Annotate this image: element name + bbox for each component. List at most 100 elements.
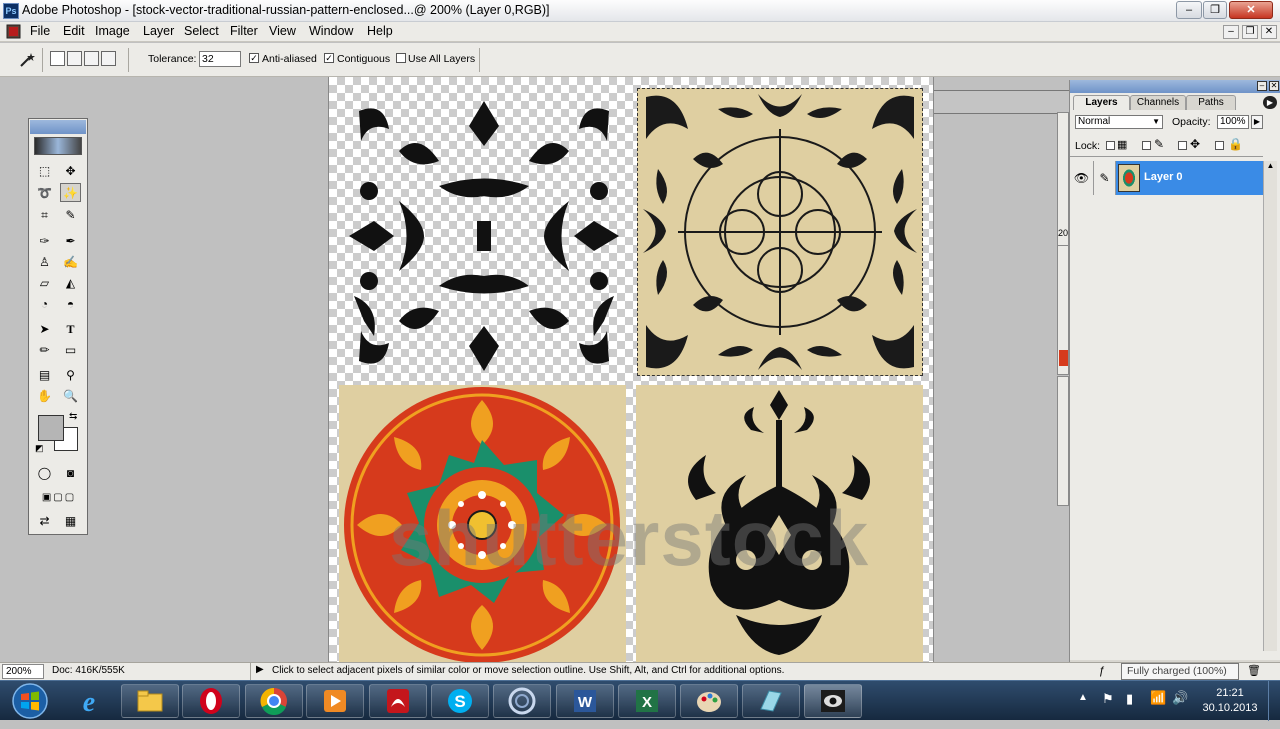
tolerance-input[interactable]: 32 [199, 51, 241, 67]
blend-mode-select[interactable]: Normal ▼ [1075, 115, 1163, 129]
foreground-color-swatch[interactable] [38, 415, 64, 441]
scroll-up-icon[interactable]: ▲ [1264, 161, 1277, 170]
menu-window[interactable]: Window [309, 24, 353, 38]
quick-mask-icon[interactable]: ◙ [60, 463, 81, 482]
layers-scrollbar[interactable]: ▲ [1263, 161, 1277, 651]
delete-layer-icon[interactable]: 🗑 [1247, 664, 1261, 677]
crop-tool-icon[interactable]: ⌗ [34, 205, 55, 224]
opacity-slider-arrow-icon[interactable]: ▶ [1251, 115, 1263, 129]
minimize-button[interactable]: – [1176, 1, 1202, 19]
dodge-tool-icon[interactable]: ◓ [60, 294, 81, 313]
volume-icon[interactable]: 🔊 [1172, 690, 1188, 706]
tab-layers[interactable]: Layers [1073, 95, 1130, 110]
layer-visibility-eye-icon[interactable]: 👁 [1070, 161, 1094, 195]
system-clock[interactable]: 21:21 30.10.2013 [1196, 686, 1264, 716]
use-all-layers-checkbox[interactable] [396, 53, 406, 63]
type-tool-icon[interactable]: T [60, 319, 81, 338]
new-selection-mode-button[interactable] [50, 51, 65, 66]
doc-minimize-button[interactable]: – [1223, 25, 1239, 39]
clone-stamp-icon[interactable]: ♙ [34, 252, 55, 271]
opacity-input[interactable]: 100% [1217, 115, 1249, 129]
healing-brush-icon[interactable]: ✑ [34, 231, 55, 250]
paint-icon[interactable] [680, 684, 738, 718]
toolbox-title-bar[interactable] [30, 120, 86, 134]
collapsed-palette-edge-2[interactable] [1057, 245, 1069, 375]
blur-tool-icon[interactable]: ◔ [34, 294, 55, 313]
lock-transparency-checkbox[interactable] [1106, 141, 1115, 150]
palette-menu-icon[interactable]: ▶ [1263, 96, 1277, 109]
acrobat-reader-icon[interactable] [369, 684, 427, 718]
contiguous-checkbox[interactable]: ✓ [324, 53, 334, 63]
hand-tool-icon[interactable]: ✋ [34, 386, 55, 405]
skype-icon[interactable]: S [431, 684, 489, 718]
palette-close-icon[interactable]: ✕ [1269, 81, 1279, 91]
magic-wand-tool-icon[interactable]: ✨ [60, 183, 81, 202]
palette-minimize-icon[interactable]: – [1257, 81, 1267, 91]
chrome-icon[interactable] [245, 684, 303, 718]
show-hidden-icons-icon[interactable]: ▲ [1078, 692, 1088, 703]
brush-tool-icon[interactable]: ✒ [60, 231, 81, 250]
menu-image[interactable]: Image [95, 24, 130, 38]
layer-style-icon[interactable]: ƒ [1099, 665, 1105, 677]
media-player-icon[interactable] [306, 684, 364, 718]
app-swirl-icon[interactable] [493, 684, 551, 718]
layer-thumbnail[interactable] [1118, 164, 1140, 192]
zoom-tool-icon[interactable]: 🔍 [60, 386, 81, 405]
status-menu-arrow-icon[interactable]: ▶ [256, 664, 264, 675]
lasso-tool-icon[interactable]: ➰ [34, 183, 55, 202]
slice-tool-icon[interactable]: ✎ [60, 205, 81, 224]
document-canvas[interactable]: shutterstock [328, 77, 934, 663]
rectangle-tool-icon[interactable]: ▭ [60, 340, 81, 359]
tab-paths[interactable]: Paths [1186, 95, 1236, 110]
opera-icon[interactable] [182, 684, 240, 718]
move-tool-icon[interactable]: ✥ [60, 161, 81, 180]
intersect-selection-mode-button[interactable] [101, 51, 116, 66]
layer-row[interactable]: 👁 ✎ Layer 0 [1070, 161, 1263, 195]
notes-tool-icon[interactable]: ▤ [34, 365, 55, 384]
notepad-app-icon[interactable] [742, 684, 800, 718]
collapsed-palette-edge-3[interactable] [1057, 376, 1069, 506]
doc-close-button[interactable]: ✕ [1261, 25, 1277, 39]
window-title-bar[interactable]: Ps Adobe Photoshop - [stock-vector-tradi… [0, 0, 1280, 22]
start-button[interactable] [4, 682, 56, 720]
screen-mode-icons[interactable]: ▣▢▢ [34, 487, 84, 506]
internet-explorer-icon[interactable]: e [60, 684, 118, 718]
menu-layer[interactable]: Layer [143, 24, 174, 38]
close-button[interactable]: ✕ [1229, 1, 1273, 19]
default-colors-icon[interactable]: ◩ [35, 443, 44, 454]
layers-palette-title-bar[interactable]: – ✕ [1070, 80, 1280, 93]
layer-brush-link-icon[interactable]: ✎ [1094, 161, 1116, 195]
lock-all-checkbox[interactable] [1215, 141, 1224, 150]
swap-colors-icon[interactable]: ⇆ [69, 411, 77, 422]
path-selection-icon[interactable]: ➤ [34, 319, 55, 338]
menu-help[interactable]: Help [367, 24, 393, 38]
show-desktop-button[interactable] [1268, 681, 1280, 721]
doc-size-info[interactable]: Doc: 416K/555K [52, 665, 125, 676]
add-selection-mode-button[interactable] [67, 51, 82, 66]
photoshop-eye-icon[interactable] [804, 684, 862, 718]
adobe-online-icon[interactable] [34, 137, 82, 155]
menu-filter[interactable]: Filter [230, 24, 258, 38]
zoom-level-input[interactable]: 200% [2, 664, 44, 679]
standard-mode-icon[interactable]: ◯ [34, 463, 55, 482]
tab-channels[interactable]: Channels [1130, 95, 1186, 110]
lock-position-checkbox[interactable] [1178, 141, 1187, 150]
menu-edit[interactable]: Edit [63, 24, 85, 38]
menu-select[interactable]: Select [184, 24, 219, 38]
file-explorer-icon[interactable] [121, 684, 179, 718]
eyedropper-icon[interactable]: ⚲ [60, 365, 81, 384]
layer-name[interactable]: Layer 0 [1144, 171, 1183, 183]
subtract-selection-mode-button[interactable] [84, 51, 99, 66]
lock-image-checkbox[interactable] [1142, 141, 1151, 150]
menu-file[interactable]: File [30, 24, 50, 38]
restore-button[interactable]: ❐ [1203, 1, 1227, 19]
history-brush-icon[interactable]: ✍ [60, 252, 81, 271]
magic-wand-icon[interactable] [18, 51, 36, 69]
battery-icon[interactable]: ▮ [1126, 691, 1133, 707]
eraser-tool-icon[interactable]: ▱ [34, 273, 55, 292]
network-signal-icon[interactable]: 📶 [1150, 690, 1166, 706]
paint-bucket-icon[interactable]: ◭ [60, 273, 81, 292]
pen-tool-icon[interactable]: ✏ [34, 340, 55, 359]
doc-restore-button[interactable]: ❐ [1242, 25, 1258, 39]
word-icon[interactable]: W [556, 684, 614, 718]
